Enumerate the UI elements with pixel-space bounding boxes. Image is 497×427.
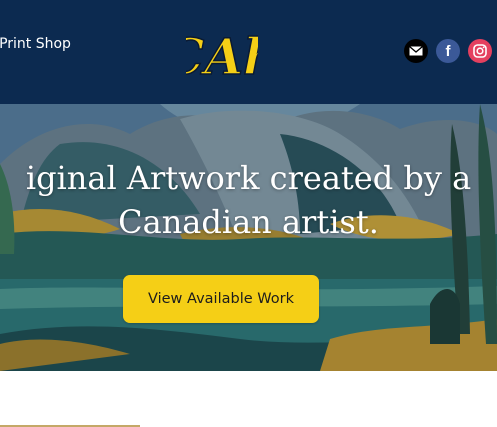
email-icon (409, 46, 423, 56)
site-logo[interactable]: CAh (186, 22, 258, 86)
facebook-icon: f (445, 42, 451, 60)
instagram-button[interactable] (468, 39, 492, 63)
hero-headline-line1: iginal Artwork created by a (25, 159, 472, 197)
site-header: e Print Shop CAh f (0, 0, 497, 104)
logo-text: CAh (186, 27, 258, 86)
view-available-work-button[interactable]: View Available Work (123, 275, 319, 323)
hero-section: iginal Artwork created by a Canadian art… (0, 104, 497, 371)
nav-link-print-shop[interactable]: e Print Shop (0, 36, 71, 52)
hero-headline-line2: Canadian artist. (118, 203, 379, 241)
email-button[interactable] (404, 39, 428, 63)
instagram-icon (473, 44, 487, 58)
facebook-button[interactable]: f (436, 39, 460, 63)
